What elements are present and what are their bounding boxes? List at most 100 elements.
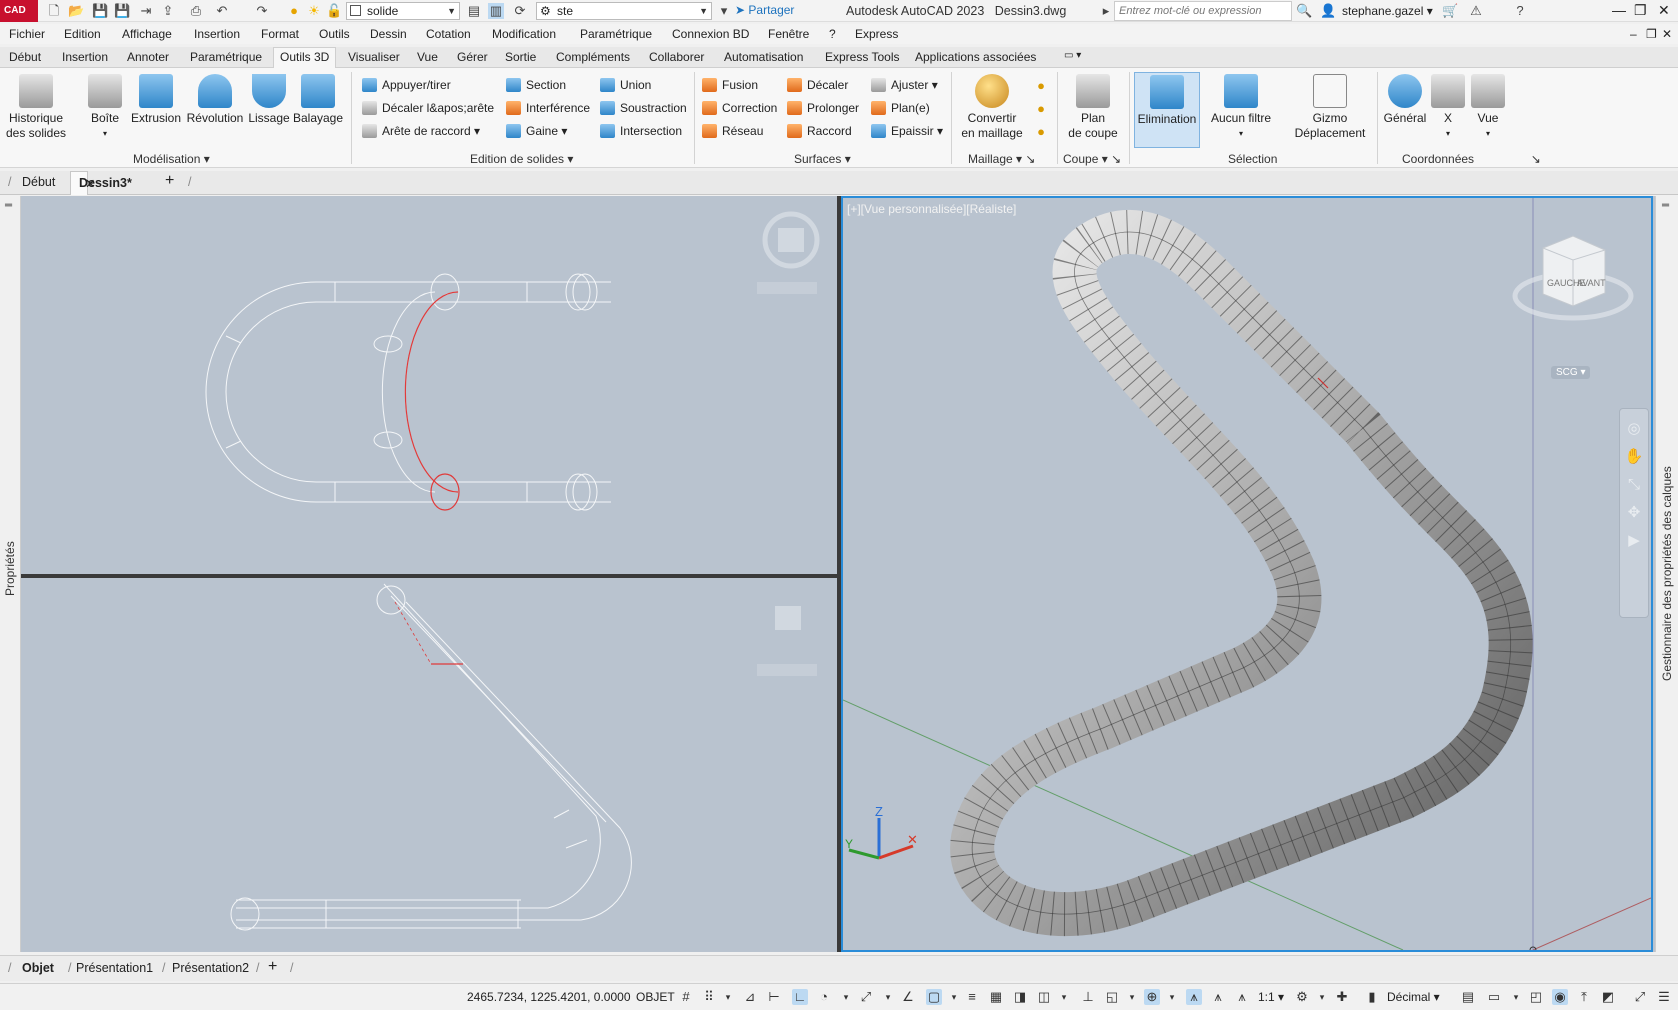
layer-state-icon[interactable]: ▥ (488, 3, 504, 19)
loft-button[interactable]: Lissage (248, 74, 290, 126)
subtract-button[interactable]: Soustraction (600, 99, 687, 117)
interference-button[interactable]: Interférence (506, 99, 590, 117)
share-button[interactable]: ➤ Partager (735, 3, 794, 17)
layout-tab-presentation2[interactable]: Présentation2 (172, 961, 249, 975)
grid-icon[interactable]: # (678, 989, 694, 1005)
panel-coupe[interactable]: Coupe ▾ ↘ (1063, 152, 1121, 166)
viewport-main-3d[interactable]: [+][Vue personnalisée][Réaliste] Z Y ✕ G… (841, 196, 1653, 952)
viewcube[interactable]: GAUCHE AVANT (1512, 235, 1634, 321)
workspace-switch-icon[interactable]: ⚙ (1294, 989, 1310, 1005)
object-snap-tracking-icon[interactable]: ∠ (900, 989, 916, 1005)
ucs-view-button[interactable]: Vue ▾ (1470, 74, 1506, 141)
shell-button[interactable]: Gaine ▾ (506, 122, 567, 140)
tab-parametrique[interactable]: Paramétrique (190, 50, 262, 64)
navigation-bar[interactable]: ◎ ✋ ⤡ ✥ ▶ (1619, 408, 1649, 618)
tab-insertion[interactable]: Insertion (62, 50, 108, 64)
menu-insertion[interactable]: Insertion (194, 27, 240, 41)
surface-offset-button[interactable]: Décaler (787, 76, 848, 94)
section-plane-button[interactable]: Plan de coupe (1062, 74, 1124, 141)
convert-mesh-button[interactable]: Convertir en maillage (955, 74, 1029, 141)
menu-express[interactable]: Express (855, 27, 898, 41)
viewport-top-left[interactable] (21, 196, 837, 574)
drawing-area[interactable]: ═ Propriétés [+][Vue personnalisée][Réal… (0, 196, 1678, 952)
lightbulb-icon[interactable]: ● (286, 3, 302, 19)
box-button[interactable]: Boîte ▾ (86, 74, 124, 141)
extend-button[interactable]: Prolonger (787, 99, 859, 117)
export-icon[interactable]: ⇥ (138, 3, 154, 19)
panel-edition-solides[interactable]: Edition de solides ▾ (470, 152, 573, 166)
lock-icon[interactable]: 🔓 (326, 3, 342, 19)
layout-tab-objet[interactable]: Objet (22, 961, 54, 975)
dynamic-ucs-icon[interactable]: ⊥ (1080, 989, 1096, 1005)
units-dropdown[interactable]: Décimal ▾ (1387, 990, 1440, 1004)
menu-fichier[interactable]: Fichier (9, 27, 45, 41)
solid-history-button[interactable]: Historique des solides (4, 74, 68, 141)
properties-palette[interactable]: ═ Propriétés (0, 196, 21, 952)
zoom-icon[interactable]: ⤡ (1620, 471, 1648, 499)
clean-screen-icon[interactable]: ◩ (1600, 989, 1616, 1005)
blend-button[interactable]: Fusion (702, 76, 758, 94)
quick-properties-icon[interactable]: ▤ (1460, 989, 1476, 1005)
help-icon[interactable]: ? (1512, 3, 1528, 19)
user-menu[interactable]: stephane.gazel ▾ (1342, 4, 1433, 18)
customization-menu-icon[interactable]: ☰ (1656, 989, 1672, 1005)
snap-icon[interactable]: ⠿ (701, 989, 717, 1005)
annotation-visibility-icon[interactable]: ⩚ (1186, 989, 1202, 1005)
selection-filter-icon[interactable]: ◱ (1104, 989, 1120, 1005)
annotation-monitor-icon[interactable]: ✚ (1334, 989, 1350, 1005)
tab-automatisation[interactable]: Automatisation (724, 50, 803, 64)
workspace-combo[interactable]: solide ▼ (346, 2, 460, 20)
menu-connexion-bd[interactable]: Connexion BD (672, 27, 749, 41)
ucs-world-button[interactable]: Général (1382, 74, 1428, 126)
fillet-edge-button[interactable]: Arête de raccord ▾ (362, 122, 480, 140)
tab-applications-associees[interactable]: Applications associées (915, 50, 1036, 64)
menu-affichage[interactable]: Affichage (122, 27, 172, 41)
doc-tab-debut[interactable]: Début (22, 175, 55, 189)
mesh-tool-1-icon[interactable]: ● (1033, 78, 1049, 94)
close-tab-icon[interactable]: ✕ (85, 176, 95, 191)
panel-surfaces[interactable]: Surfaces ▾ (794, 152, 851, 166)
redo-icon[interactable]: ↷ (254, 3, 270, 19)
lock-ui-icon[interactable]: ▭ (1486, 989, 1502, 1005)
panel-modelisation[interactable]: Modélisation ▾ (133, 152, 210, 166)
new-tab-icon[interactable]: + (165, 172, 174, 190)
print-icon[interactable]: ⎙ (188, 3, 204, 19)
layout-tab-presentation1[interactable]: Présentation1 (76, 961, 153, 975)
auto-scale-icon[interactable]: ⩚ (1210, 989, 1226, 1005)
3d-osnap-icon[interactable]: ◫ (1036, 989, 1052, 1005)
tab-outils-3d[interactable]: Outils 3D (273, 47, 337, 68)
object-snap-menu-icon[interactable]: ▾ (946, 989, 962, 1005)
patch-button[interactable]: Correction (702, 99, 777, 117)
mesh-tool-3-icon[interactable]: ● (1033, 124, 1049, 140)
tab-debut[interactable]: Début (9, 50, 41, 64)
revolution-button[interactable]: Révolution (185, 74, 245, 126)
no-filter-button[interactable]: Aucun filtre ▾ (1206, 74, 1276, 141)
ribbon-options-icon[interactable]: ▭ ▾ (1064, 50, 1081, 61)
polar-menu-icon[interactable]: ▾ (838, 989, 854, 1005)
union-button[interactable]: Union (600, 76, 651, 94)
layer-properties-palette[interactable]: ═ Gestionnaire des propriétés des calque… (1655, 196, 1678, 952)
thicken-button[interactable]: Epaissir ▾ (871, 122, 943, 140)
doc-close-icon[interactable]: ✕ (1662, 27, 1672, 41)
tab-vue[interactable]: Vue (417, 50, 438, 64)
ucs-x-button[interactable]: X ▾ (1430, 74, 1466, 141)
lock-ui-menu-icon[interactable]: ▾ (1508, 989, 1524, 1005)
sun-icon[interactable]: ☀ (306, 3, 322, 19)
section-button[interactable]: Section (506, 76, 566, 94)
hardware-acceleration-icon[interactable]: ◉ (1552, 989, 1568, 1005)
object-snap-icon[interactable]: ▢ (926, 989, 942, 1005)
surface-fillet-button[interactable]: Raccord (787, 122, 852, 140)
menu-outils[interactable]: Outils (319, 27, 350, 41)
tab-gerer[interactable]: Gérer (457, 50, 488, 64)
isodraft-menu-icon[interactable]: ▾ (880, 989, 896, 1005)
gizmo-menu-icon[interactable]: ▾ (1164, 989, 1180, 1005)
menu-dessin[interactable]: Dessin (370, 27, 407, 41)
selection-cycling-icon[interactable]: ◨ (1012, 989, 1028, 1005)
extrusion-button[interactable]: Extrusion (131, 74, 181, 126)
search-input[interactable]: Entrez mot-clé ou expression (1114, 1, 1292, 21)
menu-help[interactable]: ? (829, 27, 836, 41)
menu-fenetre[interactable]: Fenêtre (768, 27, 809, 41)
move-gizmo-button[interactable]: Gizmo Déplacement (1290, 74, 1370, 141)
visual-style-icon[interactable]: ⟳ (512, 3, 528, 19)
coordinates-readout[interactable]: 2465.7234, 1225.4201, 0.0000 (467, 990, 631, 1004)
